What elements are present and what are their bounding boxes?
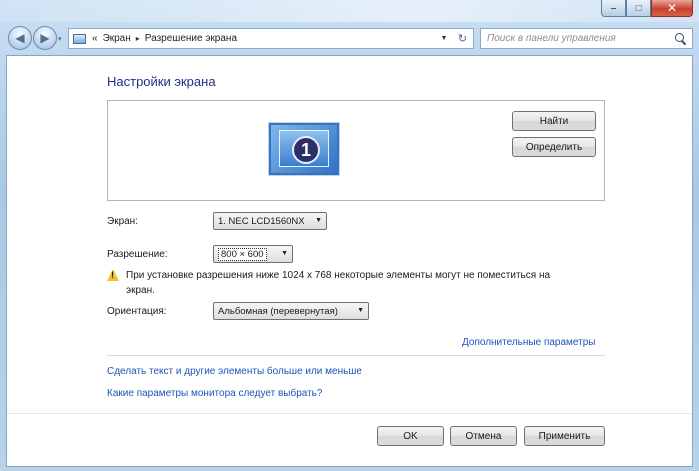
- resolution-select[interactable]: 800 × 600 ▼: [213, 245, 293, 263]
- ok-button[interactable]: OK: [377, 426, 444, 446]
- monitor-number-badge: 1: [292, 136, 320, 164]
- resolution-select-value: 800 × 600: [218, 247, 267, 261]
- breadcrumb-separator[interactable]: ▸: [136, 34, 140, 43]
- caption-buttons: – □ ✕: [601, 0, 693, 17]
- text-size-link[interactable]: Сделать текст и другие элементы больше и…: [107, 366, 362, 377]
- breadcrumb-item-resolution[interactable]: Разрешение экрана: [145, 33, 237, 44]
- screen-select-value: 1. NEC LCD1560NX: [218, 215, 305, 227]
- orientation-label: Ориентация:: [107, 306, 167, 317]
- search-input[interactable]: [487, 30, 667, 47]
- search-box[interactable]: [480, 28, 693, 49]
- close-button[interactable]: ✕: [651, 0, 693, 17]
- refresh-button[interactable]: ↻: [452, 28, 474, 49]
- resolution-warning-text: При установке разрешения ниже 1024 х 768…: [126, 270, 551, 296]
- address-bar[interactable]: « Экран ▸ Разрешение экрана ▼: [68, 28, 453, 49]
- apply-button[interactable]: Применить: [524, 426, 605, 446]
- minimize-button[interactable]: –: [601, 0, 626, 17]
- page-title: Настройки экрана: [107, 74, 216, 89]
- chevron-down-icon: ▼: [315, 217, 322, 224]
- breadcrumb-prefix[interactable]: «: [92, 33, 98, 44]
- screen-select[interactable]: 1. NEC LCD1560NX ▼: [213, 212, 327, 230]
- chevron-down-icon: ▼: [357, 307, 364, 314]
- maximize-button[interactable]: □: [626, 0, 651, 17]
- breadcrumb-item-screen[interactable]: Экран: [103, 33, 131, 44]
- advanced-settings-link[interactable]: Дополнительные параметры: [462, 337, 595, 348]
- navigation-bar: ◀ ▶ ▾ « Экран ▸ Разрешение экрана ▼ ↻: [0, 22, 699, 54]
- monitor-help-link[interactable]: Какие параметры монитора следует выбрать…: [107, 388, 322, 399]
- recent-pages-dropdown[interactable]: ▾: [58, 35, 62, 43]
- monitor-screen: 1: [279, 130, 329, 167]
- orientation-select[interactable]: Альбомная (перевернутая) ▼: [213, 302, 369, 320]
- forward-button[interactable]: ▶: [33, 26, 57, 50]
- chevron-down-icon: ▼: [281, 250, 288, 257]
- monitor-icon[interactable]: 1: [269, 123, 339, 175]
- resolution-label: Разрешение:: [107, 249, 168, 260]
- monitor-preview-area: 1 Найти Определить: [107, 100, 605, 201]
- content-pane: Настройки экрана 1 Найти Определить Экра…: [6, 55, 693, 467]
- control-panel-icon: [73, 33, 86, 44]
- window-frame: – □ ✕ ◀ ▶ ▾ « Экран ▸ Разрешение экрана …: [0, 0, 699, 471]
- identify-button[interactable]: Определить: [512, 137, 596, 157]
- find-button[interactable]: Найти: [512, 111, 596, 131]
- footer-divider: [7, 413, 692, 414]
- orientation-select-value: Альбомная (перевернутая): [218, 305, 338, 317]
- divider: [107, 355, 605, 356]
- cancel-button[interactable]: Отмена: [450, 426, 517, 446]
- address-dropdown-button[interactable]: ▼: [436, 29, 452, 48]
- search-icon[interactable]: [674, 32, 688, 46]
- warning-icon: [107, 269, 120, 281]
- screen-label: Экран:: [107, 216, 138, 227]
- back-button[interactable]: ◀: [8, 26, 32, 50]
